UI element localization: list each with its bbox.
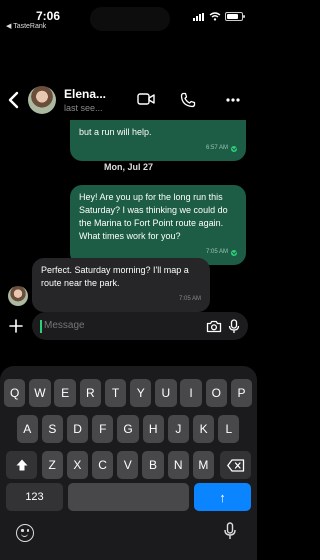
- contact-avatar[interactable]: [28, 86, 56, 114]
- signal-icon: [193, 12, 205, 21]
- read-check-icon: [231, 249, 237, 256]
- contact-name[interactable]: Elena...: [64, 87, 106, 101]
- shift-icon: [16, 459, 27, 471]
- message-text: but a run will help.: [79, 127, 152, 137]
- key-l[interactable]: L: [218, 415, 240, 443]
- numbers-key[interactable]: 123: [6, 483, 63, 511]
- message-list[interactable]: but a run will help. 6:57 AM Mon, Jul 27…: [0, 120, 257, 312]
- message-bubble-outgoing[interactable]: but a run will help. 6:57 AM: [70, 120, 246, 161]
- key-f[interactable]: F: [92, 415, 114, 443]
- space-key[interactable]: [68, 483, 189, 511]
- dynamic-island: [90, 7, 170, 31]
- key-c[interactable]: C: [91, 451, 114, 479]
- key-g[interactable]: G: [117, 415, 139, 443]
- chat-header: Elena... last see...: [0, 78, 257, 124]
- key-m[interactable]: M: [192, 451, 215, 479]
- key-x[interactable]: X: [66, 451, 89, 479]
- phone-call-icon[interactable]: [180, 92, 196, 108]
- message-text: Perfect. Saturday morning? I'll map a ro…: [41, 265, 189, 288]
- message-input[interactable]: [44, 312, 194, 340]
- message-text: Hey! Are you up for the long run this Sa…: [79, 192, 228, 241]
- key-h[interactable]: H: [142, 415, 164, 443]
- message-meta: 7:05 AM: [41, 293, 201, 306]
- emoji-icon[interactable]: [16, 524, 34, 542]
- key-y[interactable]: Y: [130, 379, 152, 407]
- sender-avatar[interactable]: [8, 286, 28, 306]
- key-u[interactable]: U: [155, 379, 177, 407]
- back-chevron-icon[interactable]: [6, 88, 22, 112]
- key-q[interactable]: Q: [4, 379, 26, 407]
- microphone-icon[interactable]: [228, 319, 240, 334]
- message-time: 7:05 AM: [205, 249, 228, 255]
- key-r[interactable]: R: [79, 379, 101, 407]
- dictation-icon[interactable]: [224, 522, 236, 540]
- key-v[interactable]: V: [117, 451, 139, 479]
- key-p[interactable]: P: [230, 379, 253, 407]
- status-bar: 7:06 ◀ TasteRank: [0, 0, 257, 34]
- delete-key[interactable]: [220, 451, 251, 479]
- shift-key[interactable]: [6, 451, 37, 479]
- contact-last-seen: last see...: [64, 103, 103, 113]
- message-composer: [0, 310, 257, 344]
- message-meta: 6:57 AM: [79, 142, 237, 155]
- key-b[interactable]: B: [142, 451, 164, 479]
- camera-icon[interactable]: [206, 320, 222, 333]
- video-call-icon[interactable]: [137, 92, 155, 106]
- wifi-icon: [209, 12, 221, 21]
- message-time: 7:05 AM: [178, 296, 201, 302]
- key-d[interactable]: D: [66, 415, 89, 443]
- key-e[interactable]: E: [54, 379, 76, 407]
- send-key[interactable]: ↑: [194, 483, 251, 511]
- key-s[interactable]: S: [41, 415, 64, 443]
- text-caret: [40, 320, 42, 333]
- message-bubble-incoming[interactable]: Perfect. Saturday morning? I'll map a ro…: [32, 258, 210, 312]
- key-o[interactable]: O: [205, 379, 227, 407]
- message-input-container[interactable]: [32, 312, 248, 340]
- key-z[interactable]: Z: [41, 451, 63, 479]
- key-j[interactable]: J: [167, 415, 190, 443]
- message-bubble-outgoing[interactable]: Hey! Are you up for the long run this Sa…: [70, 185, 246, 265]
- status-icons: [193, 12, 245, 21]
- key-k[interactable]: K: [192, 415, 215, 443]
- key-i[interactable]: I: [180, 379, 202, 407]
- key-n[interactable]: N: [167, 451, 189, 479]
- battery-icon: [225, 12, 245, 21]
- more-options-icon[interactable]: [226, 98, 240, 102]
- date-separator: Mon, Jul 27: [103, 162, 153, 172]
- back-to-app-link[interactable]: ◀ TasteRank: [6, 22, 46, 30]
- status-time: 7:06: [36, 9, 61, 23]
- add-attachment-button[interactable]: [8, 318, 24, 334]
- key-w[interactable]: W: [29, 379, 51, 407]
- read-check-icon: [231, 145, 237, 152]
- key-a[interactable]: A: [16, 415, 38, 443]
- backspace-icon: [226, 458, 244, 472]
- key-t[interactable]: T: [104, 379, 127, 407]
- message-time: 6:57 AM: [205, 145, 228, 151]
